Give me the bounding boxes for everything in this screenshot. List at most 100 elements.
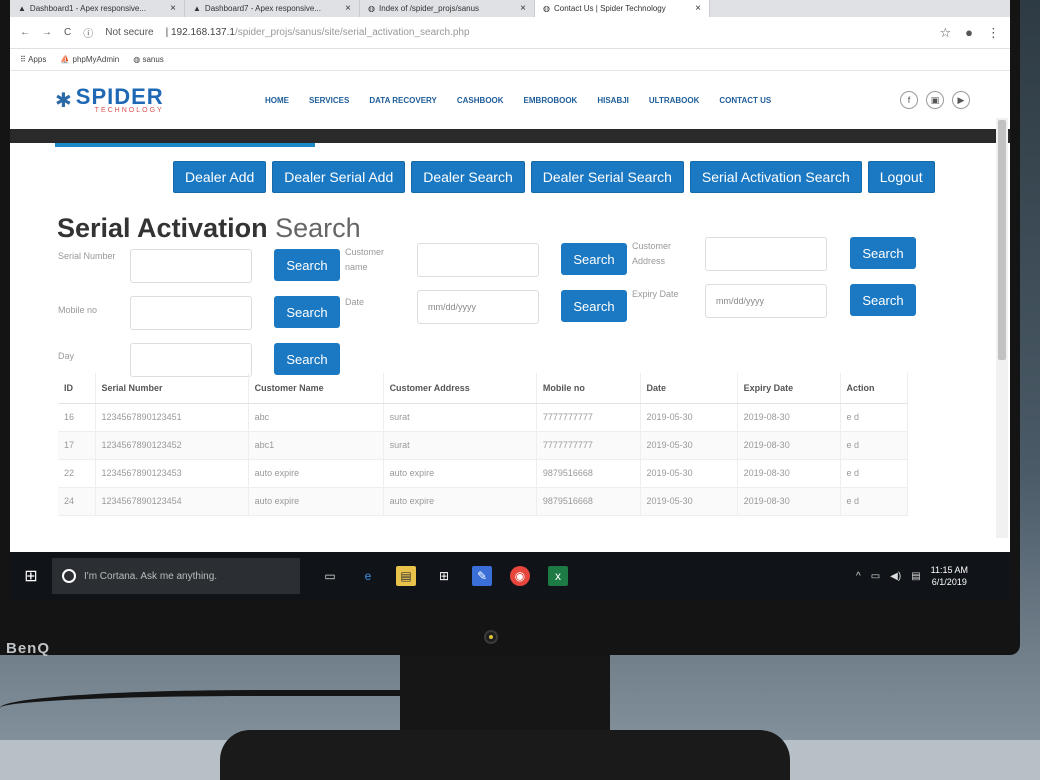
facebook-icon[interactable]: f bbox=[900, 91, 918, 109]
screen: ▲ Dashboard1 - Apex responsive... × ▲ Dashb… bbox=[10, 0, 1010, 600]
cell-expiry: 2019-08-30 bbox=[737, 487, 841, 516]
youtube-icon[interactable]: ▶ bbox=[952, 91, 970, 109]
globe-icon: ◍ bbox=[368, 4, 375, 13]
dealer-serial-add-button[interactable]: Dealer Serial Add bbox=[272, 161, 406, 193]
address-search-button[interactable]: Search bbox=[850, 237, 916, 269]
menu-data-recovery[interactable]: DATA RECOVERY bbox=[369, 96, 437, 105]
cell-id: 22 bbox=[58, 459, 96, 488]
page-scrollbar[interactable] bbox=[996, 118, 1008, 538]
cell-serial: 1234567890123453 bbox=[95, 459, 249, 488]
customer-address-label: Customer Address bbox=[632, 241, 672, 266]
serial-activation-search-button[interactable]: Serial Activation Search bbox=[689, 161, 862, 193]
cell-action-links[interactable]: e d bbox=[840, 487, 908, 516]
site-logo[interactable]: ✱ SPIDER TECHNOLOGY bbox=[55, 85, 265, 114]
mobile-search-button[interactable]: Search bbox=[274, 296, 340, 328]
browser-tab-4[interactable]: ◍ Contact Us | Spider Technology × bbox=[535, 0, 710, 17]
windows-start-icon[interactable]: ⊞ bbox=[10, 566, 52, 586]
info-icon[interactable]: ⓘ bbox=[83, 25, 93, 40]
logout-button[interactable]: Logout bbox=[867, 161, 935, 193]
customer-name-label: Customer name bbox=[345, 247, 385, 272]
date-search-button[interactable]: Search bbox=[561, 290, 627, 322]
mobile-no-input[interactable] bbox=[130, 296, 252, 330]
menu-embrobook[interactable]: EMBROBOOK bbox=[524, 96, 578, 105]
store-icon[interactable]: ⊞ bbox=[434, 566, 454, 586]
customer-name-input[interactable] bbox=[417, 243, 539, 277]
dealer-add-button[interactable]: Dealer Add bbox=[173, 161, 267, 193]
cell-expiry: 2019-08-30 bbox=[737, 431, 841, 460]
serial-search-button[interactable]: Search bbox=[274, 249, 340, 281]
back-icon[interactable]: ← bbox=[20, 27, 30, 38]
file-explorer-icon[interactable]: ▤ bbox=[396, 566, 416, 586]
cell-action-links[interactable]: e d bbox=[840, 403, 908, 432]
bookmark-phpmyadmin[interactable]: ⛵ phpMyAdmin bbox=[60, 55, 119, 64]
customer-address-input[interactable] bbox=[705, 237, 827, 271]
account-icon[interactable]: ● bbox=[965, 25, 973, 41]
notifications-icon[interactable]: ▤ bbox=[911, 571, 920, 582]
reload-icon[interactable]: C bbox=[64, 27, 71, 38]
cell-address: auto expire bbox=[383, 459, 537, 488]
social-icon-2[interactable]: ▣ bbox=[926, 91, 944, 109]
col-customer-name: Customer Name bbox=[248, 373, 384, 404]
clock[interactable]: 11:15 AM 6/1/2019 bbox=[931, 564, 968, 588]
cell-expiry: 2019-08-30 bbox=[737, 459, 841, 488]
bookmark-apps[interactable]: ⠿ Apps bbox=[20, 55, 46, 64]
menu-contact-us[interactable]: CONTACT US bbox=[719, 96, 771, 105]
url-path: /spider_projs/sanus/site/serial_activati… bbox=[234, 27, 470, 38]
url-field[interactable]: | 192.168.137.1/spider_projs/sanus/site/… bbox=[166, 27, 470, 38]
edge-icon[interactable]: e bbox=[358, 566, 378, 586]
forward-icon[interactable]: → bbox=[42, 27, 52, 38]
day-label: Day bbox=[58, 351, 75, 361]
expiry-date-label: Expiry Date bbox=[632, 289, 679, 299]
scrollbar-thumb[interactable] bbox=[998, 120, 1006, 360]
browser-tab-2[interactable]: ▲ Dashboard7 - Apex responsive... × bbox=[185, 0, 360, 17]
task-view-icon[interactable]: ▭ bbox=[320, 566, 340, 586]
date-input[interactable]: mm/dd/yyyy bbox=[417, 290, 539, 324]
dealer-search-button[interactable]: Dealer Search bbox=[411, 161, 525, 193]
globe-icon: ◍ bbox=[133, 55, 141, 64]
col-serial-number: Serial Number bbox=[95, 373, 249, 404]
day-input[interactable] bbox=[130, 343, 252, 377]
phpmyadmin-icon: ⛵ bbox=[60, 55, 71, 64]
menu-hisabji[interactable]: HISABJI bbox=[597, 96, 629, 105]
network-icon[interactable]: ▭ bbox=[871, 571, 880, 582]
tray-chevron-icon[interactable]: ^ bbox=[856, 571, 861, 582]
col-action: Action bbox=[840, 373, 908, 404]
close-tab-icon[interactable]: × bbox=[345, 3, 351, 14]
menu-cashbook[interactable]: CASHBOOK bbox=[457, 96, 504, 105]
browser-tab-3[interactable]: ◍ Index of /spider_projs/sanus × bbox=[360, 0, 535, 17]
menu-home[interactable]: HOME bbox=[265, 96, 289, 105]
expiry-date-input[interactable]: mm/dd/yyyy bbox=[705, 284, 827, 318]
day-search-button[interactable]: Search bbox=[274, 343, 340, 375]
cell-customer: abc1 bbox=[248, 431, 384, 460]
editor-icon[interactable]: ✎ bbox=[472, 566, 492, 586]
cell-customer: auto expire bbox=[248, 459, 384, 488]
customer-search-button[interactable]: Search bbox=[561, 243, 627, 275]
cell-id: 16 bbox=[58, 403, 96, 432]
cell-serial: 1234567890123454 bbox=[95, 487, 249, 516]
dealer-serial-search-button[interactable]: Dealer Serial Search bbox=[530, 161, 684, 193]
apps-icon: ⠿ bbox=[20, 55, 26, 64]
menu-ultrabook[interactable]: ULTRABOOK bbox=[649, 96, 700, 105]
expiry-search-button[interactable]: Search bbox=[850, 284, 916, 316]
cortana-search-box[interactable]: I'm Cortana. Ask me anything. bbox=[52, 558, 300, 594]
chrome-icon[interactable]: ◉ bbox=[510, 566, 530, 586]
bookmark-sanus[interactable]: ◍ sanus bbox=[133, 55, 164, 64]
close-tab-icon[interactable]: × bbox=[170, 3, 176, 14]
cell-action-links[interactable]: e d bbox=[840, 459, 908, 488]
bookmark-label: phpMyAdmin bbox=[72, 55, 120, 64]
date-label: Date bbox=[345, 297, 365, 307]
close-tab-icon[interactable]: × bbox=[520, 3, 526, 14]
cell-mobile: 9879516668 bbox=[536, 487, 641, 516]
volume-icon[interactable]: ◀) bbox=[890, 571, 901, 582]
menu-icon[interactable]: ⋮ bbox=[987, 25, 1000, 41]
col-date: Date bbox=[640, 373, 738, 404]
security-label: Not secure bbox=[105, 27, 154, 38]
star-icon[interactable]: ☆ bbox=[939, 25, 951, 41]
menu-services[interactable]: SERVICES bbox=[309, 96, 349, 105]
browser-tab-1[interactable]: ▲ Dashboard1 - Apex responsive... × bbox=[10, 0, 185, 17]
excel-icon[interactable]: x bbox=[548, 566, 568, 586]
close-tab-icon[interactable]: × bbox=[695, 3, 701, 14]
cortana-placeholder: I'm Cortana. Ask me anything. bbox=[84, 570, 218, 582]
serial-number-input[interactable] bbox=[130, 249, 252, 283]
cell-action-links[interactable]: e d bbox=[840, 431, 908, 460]
